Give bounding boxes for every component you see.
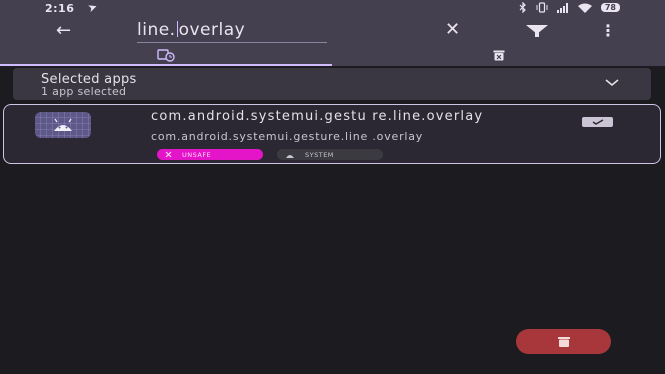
chevron-down-icon[interactable] <box>604 76 620 90</box>
more-icon[interactable]: ⋮ <box>600 21 616 40</box>
android-app-icon <box>35 112 91 138</box>
vibrate-icon <box>536 2 548 13</box>
tab-bar <box>0 44 665 66</box>
clear-icon[interactable]: ✕ <box>445 19 460 40</box>
unsafe-label: UNSAFE <box>182 150 212 159</box>
tab-indicator <box>0 64 332 66</box>
status-time: 2:16 <box>45 2 75 15</box>
apps-clock-icon <box>157 48 175 62</box>
wifi-icon <box>577 3 592 13</box>
tab-apps[interactable] <box>0 44 332 66</box>
check-icon <box>592 119 603 125</box>
selected-apps-card[interactable]: Selected apps 1 app selected <box>13 68 651 100</box>
android-icon <box>286 154 294 158</box>
app-name: com.android.systemui.gestu re.line.overl… <box>151 109 484 124</box>
app-package-name: com.android.systemui.gesture.line .overl… <box>151 130 424 143</box>
search-text-before-cursor: line. <box>137 20 176 40</box>
close-icon <box>165 151 172 158</box>
selected-apps-subtitle: 1 app selected <box>41 85 127 98</box>
back-arrow-icon[interactable]: ← <box>56 20 71 41</box>
system-badge: SYSTEM <box>277 149 383 160</box>
status-icons: 78 <box>519 2 620 13</box>
search-underline <box>137 42 327 43</box>
signal-icon <box>556 2 568 13</box>
trash-icon <box>493 50 505 61</box>
battery-icon: 78 <box>600 3 620 12</box>
search-input[interactable]: line. overlay <box>137 20 245 40</box>
system-label: SYSTEM <box>305 150 334 159</box>
app-checkbox[interactable] <box>582 117 613 127</box>
unsafe-badge: UNSAFE <box>157 149 263 160</box>
search-toolbar: ← line. overlay ✕ ⋮ <box>0 16 665 44</box>
filter-icon[interactable] <box>526 25 548 37</box>
send-icon: ➤ <box>86 0 100 16</box>
app-list-item[interactable]: com.android.systemui.gestu re.line.overl… <box>3 104 661 164</box>
search-text-after-cursor: overlay <box>178 20 246 40</box>
tab-trash[interactable] <box>333 44 665 66</box>
trash-icon <box>557 336 570 347</box>
status-bar: 2:16 ➤ 78 <box>0 0 665 16</box>
bluetooth-icon <box>519 2 526 13</box>
delete-fab[interactable] <box>516 329 611 354</box>
text-cursor <box>176 21 178 37</box>
